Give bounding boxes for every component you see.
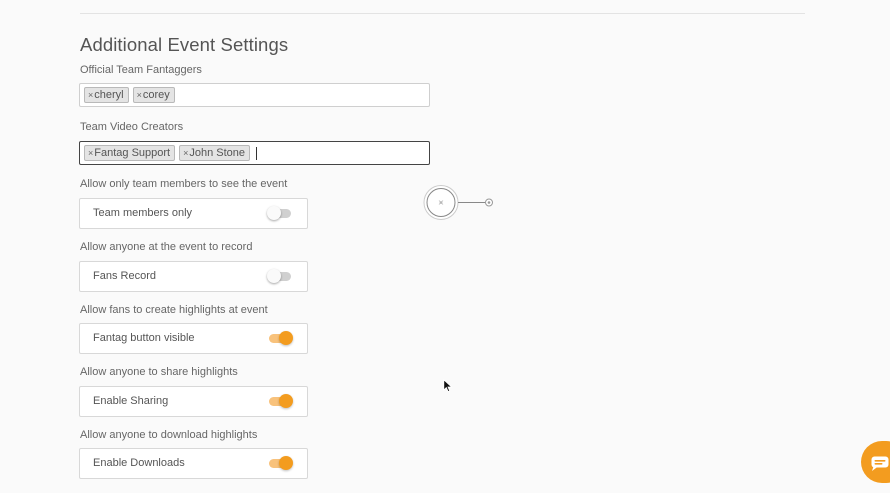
sharing-toggle[interactable]	[269, 394, 293, 408]
target-handle-graphic	[423, 185, 493, 220]
toggle-knob	[267, 269, 281, 283]
downloads-row: Enable Downloads	[79, 448, 308, 479]
tag-label: cheryl	[94, 89, 124, 101]
fans-record-description: Allow anyone at the event to record	[80, 241, 253, 253]
tag-remove-icon[interactable]: ×	[183, 148, 188, 158]
team-members-only-toggle[interactable]	[267, 206, 291, 220]
mouse-pointer-graphic	[443, 378, 453, 393]
text-caret	[256, 146, 258, 160]
fantag-button-row: Fantag button visible	[79, 323, 308, 354]
tag-chip: × cheryl	[84, 87, 129, 103]
fans-record-toggle[interactable]	[267, 269, 291, 283]
video-creators-label: Team Video Creators	[80, 121, 184, 133]
fans-record-row: Fans Record	[79, 261, 308, 292]
fantaggers-label: Official Team Fantaggers	[80, 64, 202, 76]
target-handle-icon[interactable]	[423, 184, 498, 221]
tag-chip: × Fantag Support	[84, 145, 176, 161]
tag-label: Fantag Support	[94, 147, 171, 159]
fantag-button-label: Fantag button visible	[93, 332, 195, 344]
team-members-only-label: Team members only	[93, 207, 193, 219]
video-creators-tag-input[interactable]: × Fantag Support × John Stone	[79, 141, 430, 165]
chat-bubble-icon	[871, 456, 889, 471]
tag-remove-icon[interactable]: ×	[88, 90, 93, 100]
toggle-knob	[279, 456, 293, 470]
tag-label: corey	[142, 89, 170, 101]
chat-bubble-button[interactable]	[861, 441, 890, 483]
sharing-description: Allow anyone to share highlights	[80, 366, 238, 378]
downloads-description: Allow anyone to download highlights	[80, 429, 258, 441]
top-divider	[80, 13, 805, 14]
fantaggers-tag-input[interactable]: × cheryl × corey	[79, 83, 430, 107]
tag-chip: × John Stone	[179, 145, 251, 161]
section-title: Additional Event Settings	[80, 34, 289, 55]
tag-label: John Stone	[189, 147, 246, 159]
fantag-button-description: Allow fans to create highlights at event	[80, 304, 268, 316]
sharing-row: Enable Sharing	[79, 386, 308, 417]
downloads-label: Enable Downloads	[93, 457, 185, 469]
fans-record-label: Fans Record	[93, 270, 156, 282]
mouse-pointer-icon	[443, 378, 453, 398]
tag-remove-icon[interactable]: ×	[137, 90, 142, 100]
toggle-knob	[279, 331, 293, 345]
toggle-knob	[279, 394, 293, 408]
downloads-toggle[interactable]	[269, 456, 293, 470]
toggle-knob	[267, 206, 281, 220]
sharing-label: Enable Sharing	[93, 395, 169, 407]
tag-chip: × corey	[132, 87, 175, 103]
team-members-only-row: Team members only	[79, 198, 308, 229]
tag-remove-icon[interactable]: ×	[88, 148, 93, 158]
fantag-button-toggle[interactable]	[269, 331, 293, 345]
event-settings-page: Additional Event Settings Official Team …	[0, 0, 890, 493]
team-members-only-description: Allow only team members to see the event	[80, 178, 288, 190]
